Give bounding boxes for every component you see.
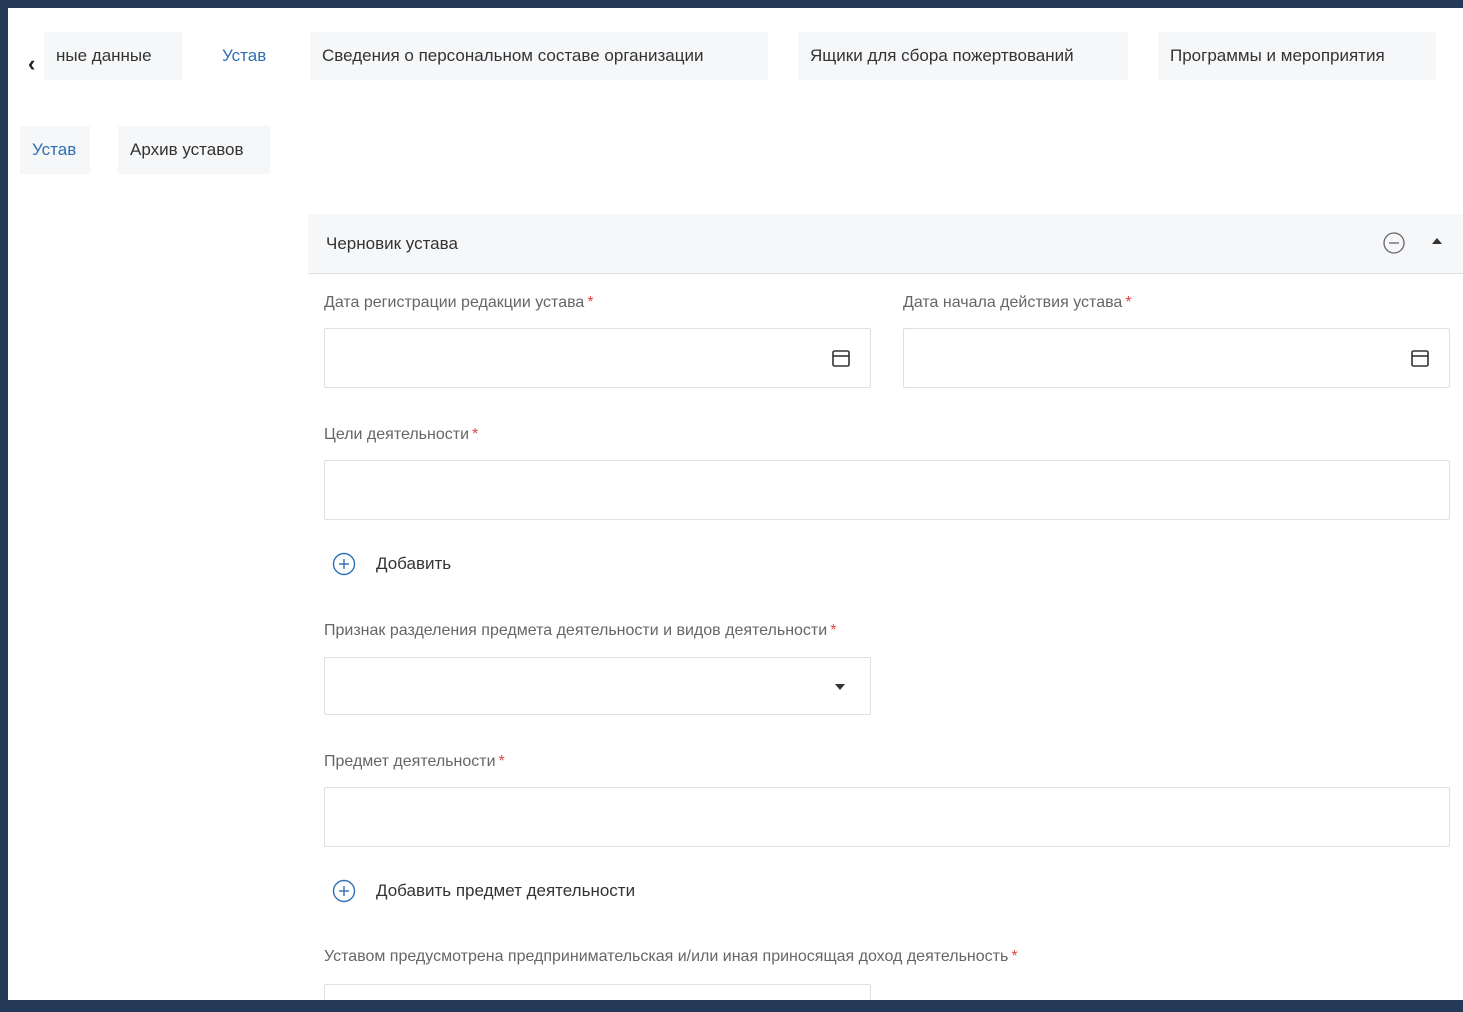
income-select[interactable]	[324, 984, 871, 1000]
add-subject-label: Добавить предмет деятельности	[376, 881, 636, 900]
label-text: Уставом предусмотрена предпринимательска…	[324, 948, 1009, 965]
minus-circle-icon[interactable]	[1382, 231, 1406, 255]
required-mark: *	[472, 426, 479, 443]
subtab-charter[interactable]: Устав	[20, 126, 90, 174]
tab-general-data[interactable]: ные данные	[44, 32, 182, 80]
tab-label: Сведения о персональном составе организа…	[322, 46, 704, 65]
tab-personnel[interactable]: Сведения о персональном составе организа…	[310, 32, 768, 80]
tab-programs[interactable]: Программы и мероприятия	[1158, 32, 1436, 80]
goals-label: Цели деятельности *	[324, 426, 478, 444]
label-text: Дата регистрации редакции устава	[324, 294, 585, 311]
required-mark: *	[1011, 948, 1018, 965]
add-goal-button[interactable]: Добавить	[332, 548, 532, 580]
add-goal-label: Добавить	[376, 554, 452, 573]
tab-donation-boxes[interactable]: Ящики для сбора пожертвований	[798, 32, 1128, 80]
label-text: Дата начала действия устава	[903, 294, 1123, 311]
tab-label: Устав	[222, 46, 267, 65]
panel-header[interactable]: Черновик устава	[308, 214, 1463, 274]
add-subject-button[interactable]: Добавить предмет деятельности	[332, 875, 712, 907]
page: ‹ ные данные Устав Сведения о персональн…	[8, 8, 1463, 1000]
subtab-charter-archive[interactable]: Архив уставов	[118, 126, 270, 174]
tab-label: Устав	[32, 140, 77, 159]
label-text: Цели деятельности	[324, 426, 470, 443]
label-text: Признак разделения предмета деятельности…	[324, 622, 828, 639]
sign-label: Признак разделения предмета деятельности…	[324, 622, 836, 640]
required-mark: *	[498, 753, 505, 770]
goals-input[interactable]	[324, 460, 1450, 520]
subject-input[interactable]	[324, 787, 1450, 847]
subject-label: Предмет деятельности *	[324, 753, 505, 771]
reg-date-label: Дата регистрации редакции устава *	[324, 294, 594, 312]
panel-title: Черновик устава	[326, 234, 458, 253]
caret-down-icon	[835, 684, 845, 690]
plus-circle-icon	[332, 879, 356, 903]
sign-select[interactable]	[324, 657, 871, 715]
start-date-label: Дата начала действия устава *	[903, 294, 1132, 312]
income-label: Уставом предусмотрена предпринимательска…	[324, 948, 1018, 966]
required-mark: *	[1125, 294, 1132, 311]
tab-label: ные данные	[56, 46, 152, 65]
tab-charter[interactable]: Устав	[210, 32, 286, 80]
tab-label: Ящики для сбора пожертвований	[810, 46, 1074, 65]
tab-label: Программы и мероприятия	[1170, 46, 1385, 65]
label-text: Предмет деятельности	[324, 753, 496, 770]
caret-up-icon[interactable]	[1432, 238, 1442, 244]
required-mark: *	[830, 622, 837, 639]
required-mark: *	[587, 294, 594, 311]
start-date-input[interactable]	[903, 328, 1450, 388]
plus-circle-icon	[332, 552, 356, 576]
calendar-icon[interactable]	[1410, 348, 1430, 368]
calendar-icon[interactable]	[831, 348, 851, 368]
tab-label: Архив уставов	[130, 140, 244, 159]
reg-date-input[interactable]	[324, 328, 871, 388]
